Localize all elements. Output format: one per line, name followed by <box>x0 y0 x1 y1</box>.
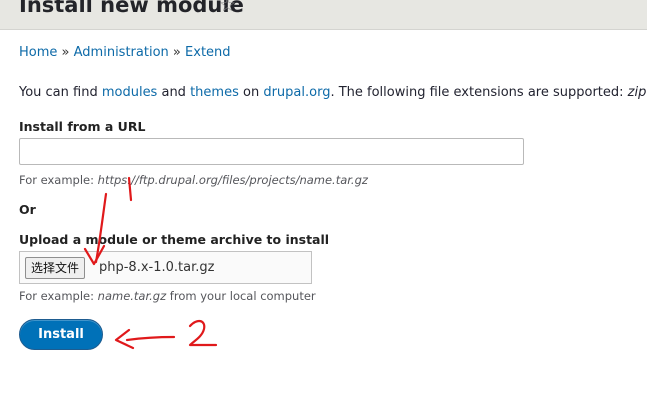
upload-description: For example: name.tar.gz from your local… <box>19 289 316 303</box>
upload-example: name.tar.gz <box>97 289 167 303</box>
drupal-org-link[interactable]: drupal.org <box>263 85 330 100</box>
url-description-prefix: For example: <box>19 173 98 187</box>
breadcrumb-administration[interactable]: Administration <box>74 45 169 60</box>
intro-text-part: . The following file extensions are supp… <box>330 85 628 100</box>
annotation-marker-2 <box>188 319 218 347</box>
selected-file-name: php-8.x-1.0.tar.gz <box>99 260 215 275</box>
breadcrumb-separator: » <box>61 45 70 60</box>
star-outline-icon[interactable]: ☆ <box>219 0 236 16</box>
breadcrumb-home[interactable]: Home <box>19 45 57 60</box>
install-url-label: Install from a URL <box>19 119 146 134</box>
or-label: Or <box>19 202 36 217</box>
breadcrumb-separator: » <box>172 45 181 60</box>
intro-text-part: and <box>157 85 191 100</box>
intro-text-part: You can find <box>19 85 102 100</box>
install-url-input[interactable] <box>19 138 524 165</box>
intro-text: You can find modules and themes on drupa… <box>19 85 647 100</box>
url-description: For example: https://ftp.drupal.org/file… <box>19 173 368 187</box>
themes-link[interactable]: themes <box>190 85 239 100</box>
file-upload-field[interactable]: 选择文件 php-8.x-1.0.tar.gz <box>19 251 312 284</box>
url-example: https://ftp.drupal.org/files/projects/na… <box>97 173 368 187</box>
modules-link[interactable]: modules <box>102 85 158 100</box>
page-title: Install new module <box>19 0 244 17</box>
intro-text-part: on <box>238 85 264 100</box>
upload-label: Upload a module or theme archive to inst… <box>19 232 330 247</box>
upload-description-prefix: For example: <box>19 289 98 303</box>
breadcrumb: Home » Administration » Extend <box>19 45 231 60</box>
choose-file-button[interactable]: 选择文件 <box>25 257 86 279</box>
upload-description-suffix: from your local computer <box>166 289 316 303</box>
install-button[interactable]: Install <box>19 319 103 350</box>
page-header: Install new module ☆ <box>0 0 647 30</box>
breadcrumb-extend[interactable]: Extend <box>185 45 231 60</box>
annotation-arrow-2 <box>114 328 176 350</box>
supported-extensions: zip ta <box>627 85 647 100</box>
